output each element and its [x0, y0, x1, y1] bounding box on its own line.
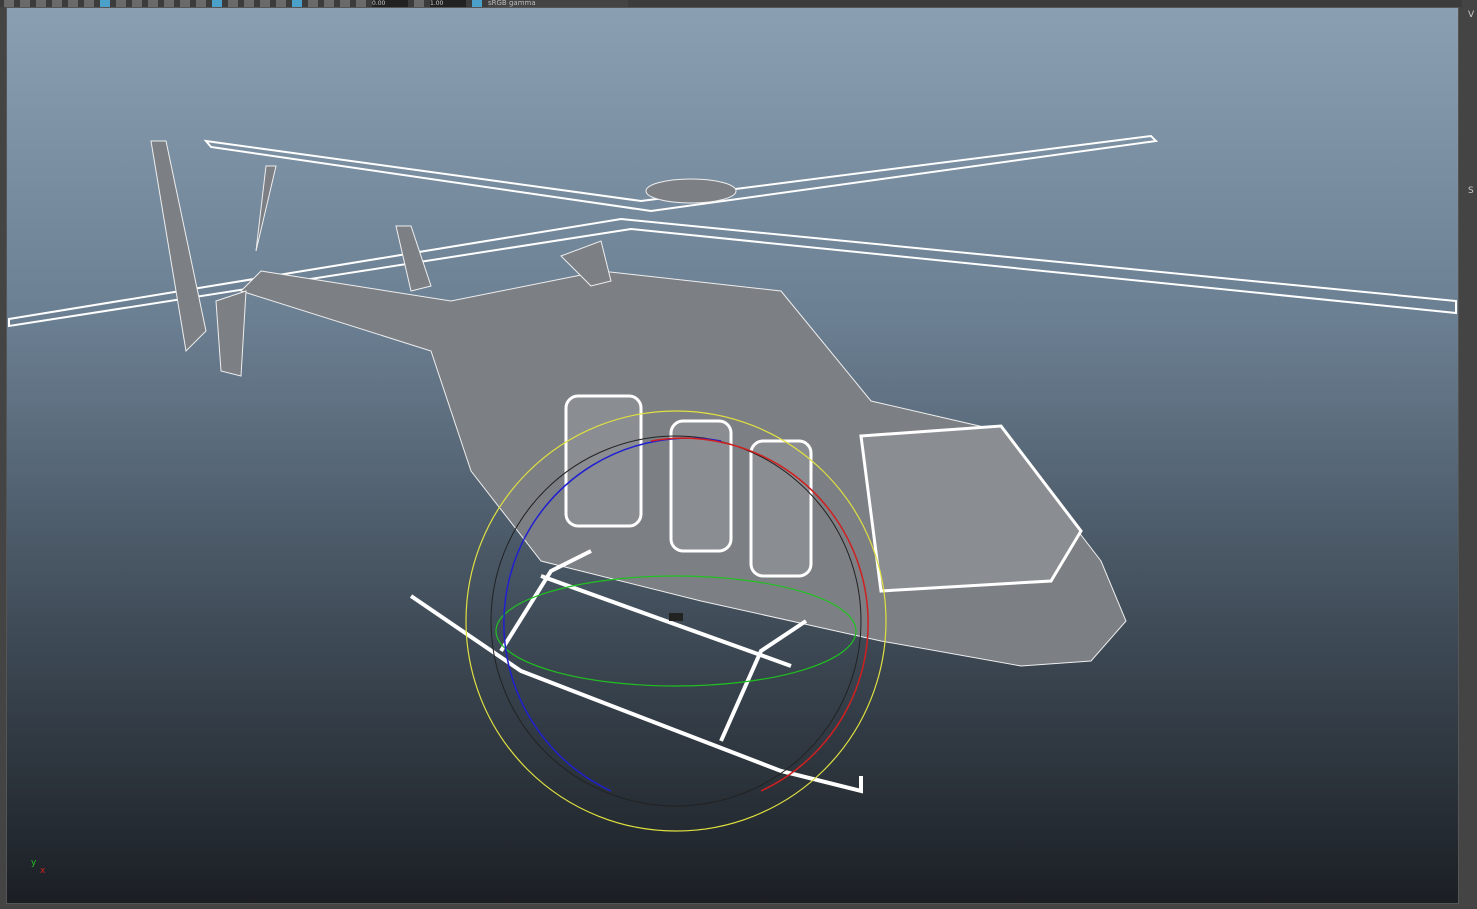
image-plane-icon[interactable] — [52, 0, 62, 7]
exposure-field[interactable]: 0.00 — [372, 0, 408, 7]
viewport-toolbar: 0.00 1.00 sRGB gamma — [0, 0, 1477, 7]
wireframe-icon[interactable] — [196, 0, 206, 7]
resolution-gate-icon[interactable] — [132, 0, 142, 7]
exposure-icon[interactable] — [356, 0, 366, 7]
field-chart-icon[interactable] — [164, 0, 174, 7]
color-management-icon[interactable] — [472, 0, 482, 7]
ambient-occlusion-icon[interactable] — [292, 0, 302, 7]
side-panel: V S — [1462, 0, 1477, 909]
smooth-shade-icon[interactable] — [212, 0, 222, 7]
2d-pan-zoom-icon[interactable] — [68, 0, 78, 7]
gamma-icon[interactable] — [414, 0, 424, 7]
shadows-icon[interactable] — [276, 0, 286, 7]
axis-x-label: x — [40, 866, 46, 876]
film-gate-icon[interactable] — [116, 0, 126, 7]
camera-attributes-icon[interactable] — [20, 0, 30, 7]
select-camera-icon[interactable] — [4, 0, 14, 7]
safe-action-icon[interactable] — [180, 0, 190, 7]
isolate-icon[interactable] — [324, 0, 334, 7]
grease-pencil-icon[interactable] — [84, 0, 94, 7]
gamma-field[interactable]: 1.00 — [430, 0, 466, 7]
gate-mask-icon[interactable] — [148, 0, 158, 7]
bookmark-icon[interactable] — [36, 0, 46, 7]
xray-icon[interactable] — [308, 0, 318, 7]
grid-icon[interactable] — [100, 0, 110, 7]
lights-icon[interactable] — [260, 0, 270, 7]
3d-viewport[interactable]: y x — [6, 7, 1459, 904]
side-panel-label-v: V — [1468, 10, 1475, 20]
xray-joints-icon[interactable] — [340, 0, 350, 7]
textured-icon[interactable] — [244, 0, 254, 7]
side-panel-label-s: S — [1468, 186, 1474, 196]
axis-y-label: y — [31, 858, 37, 868]
helicopter-wireframe — [8, 134, 1457, 832]
wireframe-on-shaded-icon[interactable] — [228, 0, 238, 7]
view-transform-dropdown[interactable]: sRGB gamma — [488, 0, 628, 7]
tail-fin — [150, 140, 207, 353]
